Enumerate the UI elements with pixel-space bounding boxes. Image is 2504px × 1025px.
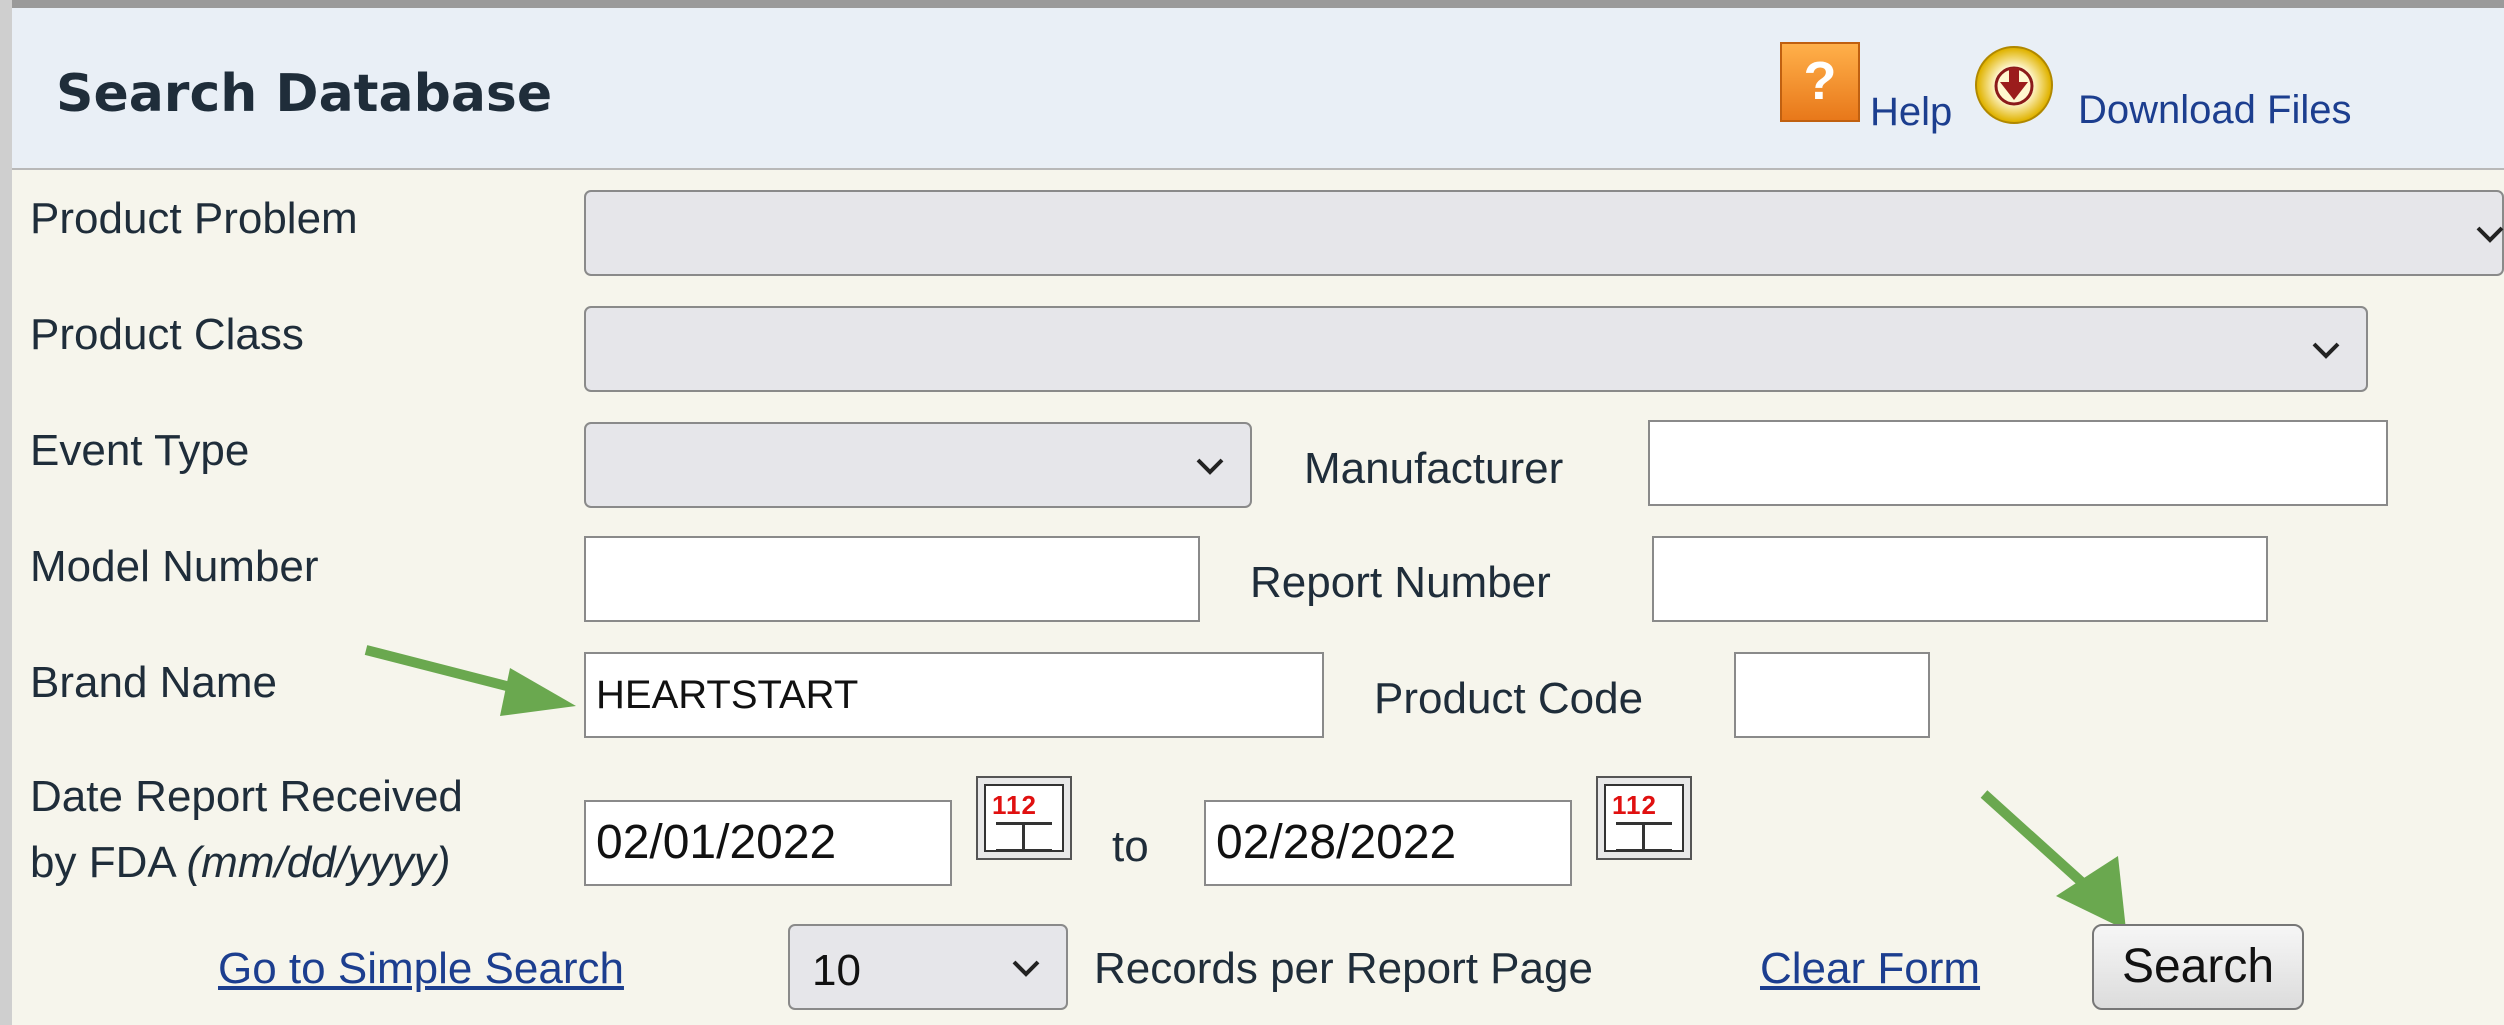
brand-name-label: Brand Name bbox=[30, 658, 278, 707]
product-problem-select[interactable] bbox=[584, 190, 2504, 276]
help-icon[interactable]: ? bbox=[1780, 42, 1860, 122]
chevron-down-icon bbox=[1196, 458, 1224, 475]
top-border bbox=[0, 0, 2504, 8]
records-per-page-value: 10 bbox=[812, 946, 861, 995]
clear-form-link[interactable]: Clear Form bbox=[1760, 944, 1980, 994]
manufacturer-input[interactable] bbox=[1648, 420, 2388, 506]
calendar-icon-grid bbox=[1616, 822, 1672, 852]
search-button[interactable]: Search bbox=[2092, 924, 2304, 1010]
chevron-down-icon bbox=[2476, 226, 2504, 243]
calendar-icon-grid bbox=[996, 822, 1052, 852]
left-border bbox=[0, 0, 12, 1025]
event-type-select[interactable] bbox=[584, 422, 1252, 508]
event-type-label: Event Type bbox=[30, 426, 250, 475]
model-number-input[interactable] bbox=[584, 536, 1200, 622]
manufacturer-label: Manufacturer bbox=[1304, 444, 1564, 493]
calendar-icon[interactable]: 112 bbox=[1596, 776, 1692, 860]
arrow-icon bbox=[364, 645, 576, 716]
model-number-label: Model Number bbox=[30, 542, 319, 591]
download-icon[interactable] bbox=[1975, 46, 2053, 124]
search-database-panel: Search Database ? Help Download Files Pr… bbox=[0, 0, 2504, 1025]
calendar-icon[interactable]: 112 bbox=[976, 776, 1072, 860]
calendar-icon-text: 112 bbox=[1612, 790, 1657, 820]
product-problem-label: Product Problem bbox=[30, 194, 358, 243]
date-received-label-line1: Date Report Received bbox=[30, 772, 463, 821]
product-code-label: Product Code bbox=[1374, 674, 1644, 723]
date-to-input[interactable]: 02/28/2022 bbox=[1204, 800, 1572, 886]
calendar-icon-text: 112 bbox=[992, 790, 1037, 820]
calendar-icon-face: 112 bbox=[984, 784, 1064, 852]
simple-search-link[interactable]: Go to Simple Search bbox=[218, 944, 624, 994]
date-received-label-line2: by FDA (mm/dd/yyyy) bbox=[30, 838, 451, 888]
date-from-input[interactable]: 02/01/2022 bbox=[584, 800, 952, 886]
product-code-input[interactable] bbox=[1734, 652, 1930, 738]
report-number-label: Report Number bbox=[1250, 558, 1551, 607]
download-files-link[interactable]: Download Files bbox=[2078, 88, 2351, 133]
help-link[interactable]: Help bbox=[1870, 90, 1952, 135]
calendar-icon-face: 112 bbox=[1604, 784, 1684, 852]
records-per-page-label: Records per Report Page bbox=[1094, 944, 1593, 993]
chevron-down-icon bbox=[2312, 342, 2340, 359]
date-received-by-fda-text: by FDA bbox=[30, 838, 175, 887]
product-class-select[interactable] bbox=[584, 306, 2368, 392]
page-title: Search Database bbox=[56, 64, 553, 124]
brand-name-input[interactable]: HEARTSTART bbox=[584, 652, 1324, 738]
product-class-label: Product Class bbox=[30, 310, 304, 359]
date-format-hint: (mm/dd/yyyy) bbox=[186, 838, 451, 887]
chevron-down-icon bbox=[1012, 960, 1040, 977]
arrow-icon bbox=[1980, 790, 2126, 930]
to-label: to bbox=[1112, 822, 1149, 871]
records-per-page-select[interactable]: 10 bbox=[788, 924, 1068, 1010]
report-number-input[interactable] bbox=[1652, 536, 2268, 622]
